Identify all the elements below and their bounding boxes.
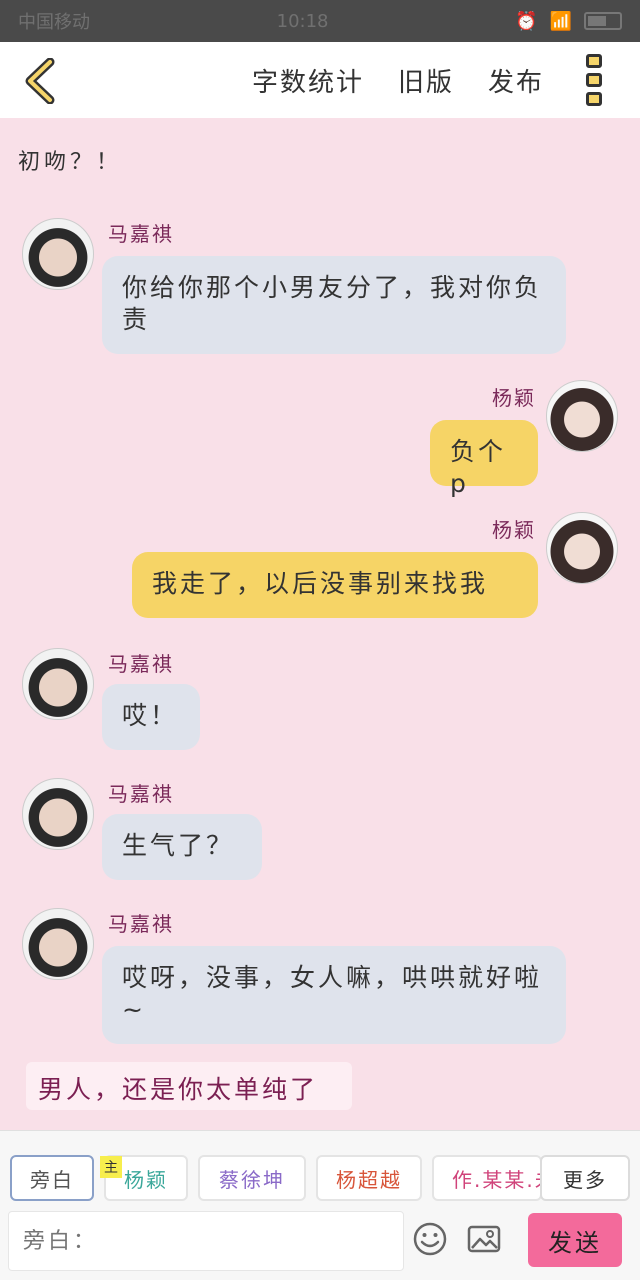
clock: 10:18 xyxy=(276,10,329,32)
smiley-icon xyxy=(413,1222,447,1256)
message-bubble[interactable]: 负个p xyxy=(430,420,538,498)
chat-area[interactable]: 初吻？！ 马嘉祺 你给你那个小男友分了，我对你负责 杨颖 负个p 杨颖 我走了，… xyxy=(0,118,640,1130)
status-icons: ⏰ 📶 xyxy=(515,11,622,32)
more-menu-button[interactable] xyxy=(586,54,604,106)
message-bubble[interactable]: 生气了？ xyxy=(102,814,262,880)
avatar[interactable] xyxy=(22,218,94,290)
narration-text[interactable]: 男人，还是你太单纯了 xyxy=(26,1062,352,1110)
wifi-icon: 📶 xyxy=(549,10,572,32)
avatar[interactable] xyxy=(22,908,94,980)
image-button[interactable] xyxy=(466,1221,506,1261)
avatar[interactable] xyxy=(22,648,94,720)
role-button-narrator[interactable]: 旁白 xyxy=(10,1155,94,1201)
header-actions: 字数统计 旧版 发布 xyxy=(252,42,544,118)
more-roles-button[interactable]: 更多 xyxy=(540,1155,630,1201)
image-icon xyxy=(467,1225,501,1253)
publish-button[interactable]: 发布 xyxy=(488,62,544,99)
chevron-left-icon xyxy=(25,57,55,105)
old-version-button[interactable]: 旧版 xyxy=(398,62,454,99)
avatar[interactable] xyxy=(22,778,94,850)
role-button-caixukun[interactable]: 蔡徐坤 xyxy=(198,1155,306,1201)
message-input[interactable] xyxy=(8,1211,404,1271)
avatar[interactable] xyxy=(546,512,618,584)
speaker-name: 马嘉祺 xyxy=(108,782,174,806)
speaker-name: 杨颖 xyxy=(492,518,536,542)
message-bubble[interactable]: 我走了，以后没事别来找我 xyxy=(132,552,538,618)
emoji-button[interactable] xyxy=(412,1221,452,1261)
status-bar: 中国移动 10:18 ⏰ 📶 xyxy=(0,0,640,42)
message-bubble[interactable]: 你给你那个小男友分了，我对你负责 xyxy=(102,256,566,354)
speaker-name: 马嘉祺 xyxy=(108,652,174,676)
word-count-button[interactable]: 字数统计 xyxy=(252,62,364,99)
avatar[interactable] xyxy=(546,380,618,452)
header: 字数统计 旧版 发布 xyxy=(0,42,640,118)
role-button-yangchaoyue[interactable]: 杨超越 xyxy=(316,1155,422,1201)
menu-dot-icon xyxy=(586,73,602,87)
composer: 旁白 杨颖 蔡徐坤 杨超越 作.某某.未 更多 发送 xyxy=(0,1130,640,1280)
host-badge: 主 xyxy=(100,1156,122,1178)
message-bubble[interactable]: 哎呀，没事，女人嘛，哄哄就好啦~ xyxy=(102,946,566,1044)
menu-dot-icon xyxy=(586,54,602,68)
narration-text: 初吻？！ xyxy=(18,150,123,175)
battery-icon xyxy=(584,12,622,30)
carrier-label: 中国移动 xyxy=(18,12,90,33)
role-button-author[interactable]: 作.某某.未 xyxy=(432,1155,542,1201)
speaker-name: 马嘉祺 xyxy=(108,222,174,246)
speaker-name: 杨颖 xyxy=(492,386,536,410)
alarm-icon: ⏰ xyxy=(515,10,538,32)
send-button[interactable]: 发送 xyxy=(528,1213,622,1267)
message-bubble[interactable]: 哎！ xyxy=(102,684,200,750)
menu-dot-icon xyxy=(586,92,602,106)
speaker-name: 马嘉祺 xyxy=(108,912,174,936)
back-button[interactable] xyxy=(22,57,62,105)
